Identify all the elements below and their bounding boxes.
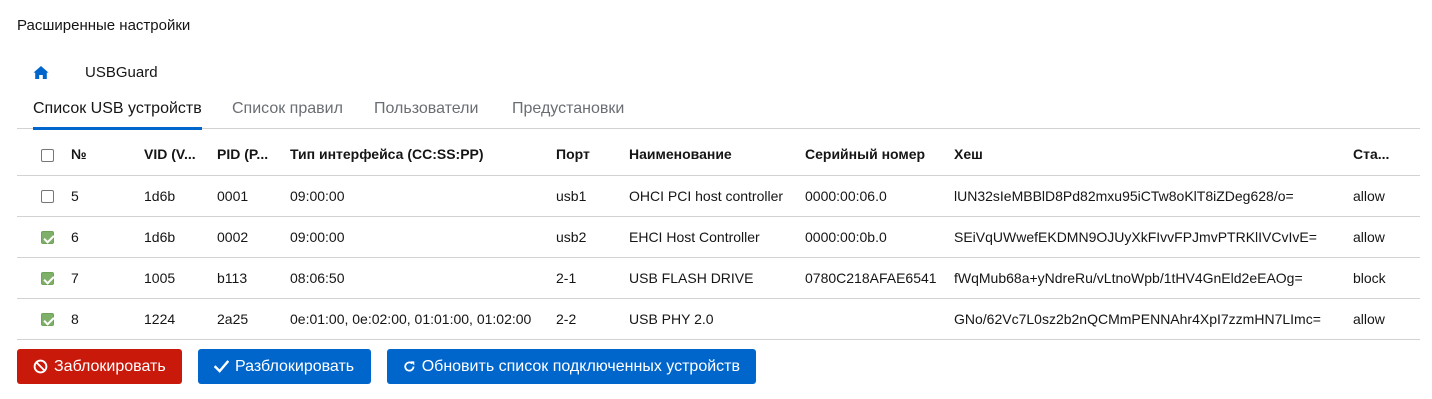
breadcrumb-label: USBGuard [85,64,158,81]
table-header-row: № VID (V... PID (P... Тип интерфейса (CC… [17,134,1420,175]
column-header-pid[interactable]: PID (P... [217,134,290,175]
cell-interface: 0e:01:00, 0e:02:00, 01:01:00, 01:02:00 [290,297,556,340]
cell-port: 2-1 [556,256,629,298]
refresh-devices-button[interactable]: Обновить список подключенных устройств [387,349,756,384]
cell-name: OHCI PCI host controller [629,174,805,216]
cell-hash: lUN32sIeMBBlD8Pd82mxu95iCTw8oKlT8iZDeg62… [954,174,1353,216]
tab-rules[interactable]: Список правил [232,91,343,129]
cell-num: 7 [71,256,144,298]
table-row[interactable]: 7 1005 b113 08:06:50 2-1 USB FLASH DRIVE… [17,256,1420,298]
cell-status: allow [1353,215,1420,257]
cell-serial [805,297,954,340]
cell-serial: 0780C218AFAE6541 [805,256,954,298]
cell-num: 8 [71,297,144,340]
cell-vid: 1005 [144,256,217,298]
cell-pid: 0001 [217,174,290,216]
cell-num: 6 [71,215,144,257]
page-title: Расширенные настройки [17,17,191,34]
cell-hash: GNo/62Vc7L0sz2b2nQCMmPENNAhr4XpI7zzmHN7L… [954,297,1353,340]
table-row[interactable]: 6 1d6b 0002 09:00:00 usb2 EHCI Host Cont… [17,215,1420,257]
unblock-button[interactable]: Разблокировать [198,349,371,384]
cell-vid: 1224 [144,297,217,340]
cell-name: USB FLASH DRIVE [629,256,805,298]
cell-serial: 0000:00:06.0 [805,174,954,216]
cell-vid: 1d6b [144,215,217,257]
column-header-port[interactable]: Порт [556,134,629,175]
usb-devices-table: № VID (V... PID (P... Тип интерфейса (CC… [17,134,1420,340]
column-header-serial[interactable]: Серийный номер [805,134,954,175]
table-row[interactable]: 8 1224 2a25 0e:01:00, 0e:02:00, 01:01:00… [17,297,1420,340]
row-checkbox[interactable] [41,190,54,204]
check-icon [214,360,229,373]
tab-presets[interactable]: Предустановки [512,91,624,129]
refresh-button-label: Обновить список подключенных устройств [421,357,740,375]
cell-hash: fWqMub68a+yNdreRu/vLtnoWpb/1tHV4GnEld2eE… [954,256,1353,298]
cell-status: block [1353,256,1420,298]
cell-status: allow [1353,174,1420,216]
unblock-button-label: Разблокировать [235,357,355,375]
refresh-icon [404,361,415,372]
cell-num: 5 [71,174,144,216]
cell-interface: 09:00:00 [290,215,556,257]
row-checkbox[interactable] [41,313,54,327]
block-button-label: Заблокировать [54,357,166,375]
tab-usb-devices[interactable]: Список USB устройств [33,91,202,130]
cell-interface: 09:00:00 [290,174,556,216]
cell-name: USB PHY 2.0 [629,297,805,340]
cell-port: usb2 [556,215,629,257]
row-checkbox[interactable] [41,231,54,245]
breadcrumb: USBGuard [33,62,158,84]
cell-interface: 08:06:50 [290,256,556,298]
column-header-name[interactable]: Наименование [629,134,805,175]
cell-pid: 0002 [217,215,290,257]
cell-pid: b113 [217,256,290,298]
column-header-num[interactable]: № [71,134,144,175]
cell-serial: 0000:00:0b.0 [805,215,954,257]
home-icon[interactable] [33,65,49,81]
cell-status: allow [1353,297,1420,340]
block-button[interactable]: Заблокировать [17,349,182,384]
row-checkbox[interactable] [41,272,54,286]
cell-name: EHCI Host Controller [629,215,805,257]
cell-port: 2-2 [556,297,629,340]
column-header-interface[interactable]: Тип интерфейса (CC:SS:PP) [290,134,556,175]
column-header-status[interactable]: Ста... [1353,134,1420,175]
ban-icon [33,359,48,374]
tab-bar: Список USB устройств Список правил Польз… [17,91,1420,130]
cell-port: usb1 [556,174,629,216]
tab-users[interactable]: Пользователи [374,91,478,129]
column-header-vid[interactable]: VID (V... [144,134,217,175]
cell-hash: SEiVqUWwefEKDMN9OJUyXkFIvvFPJmvPTRKlIVCv… [954,215,1353,257]
table-row[interactable]: 5 1d6b 0001 09:00:00 usb1 OHCI PCI host … [17,174,1420,216]
cell-pid: 2a25 [217,297,290,340]
select-all-checkbox[interactable] [41,149,54,163]
column-header-hash[interactable]: Хеш [954,134,1353,175]
cell-vid: 1d6b [144,174,217,216]
